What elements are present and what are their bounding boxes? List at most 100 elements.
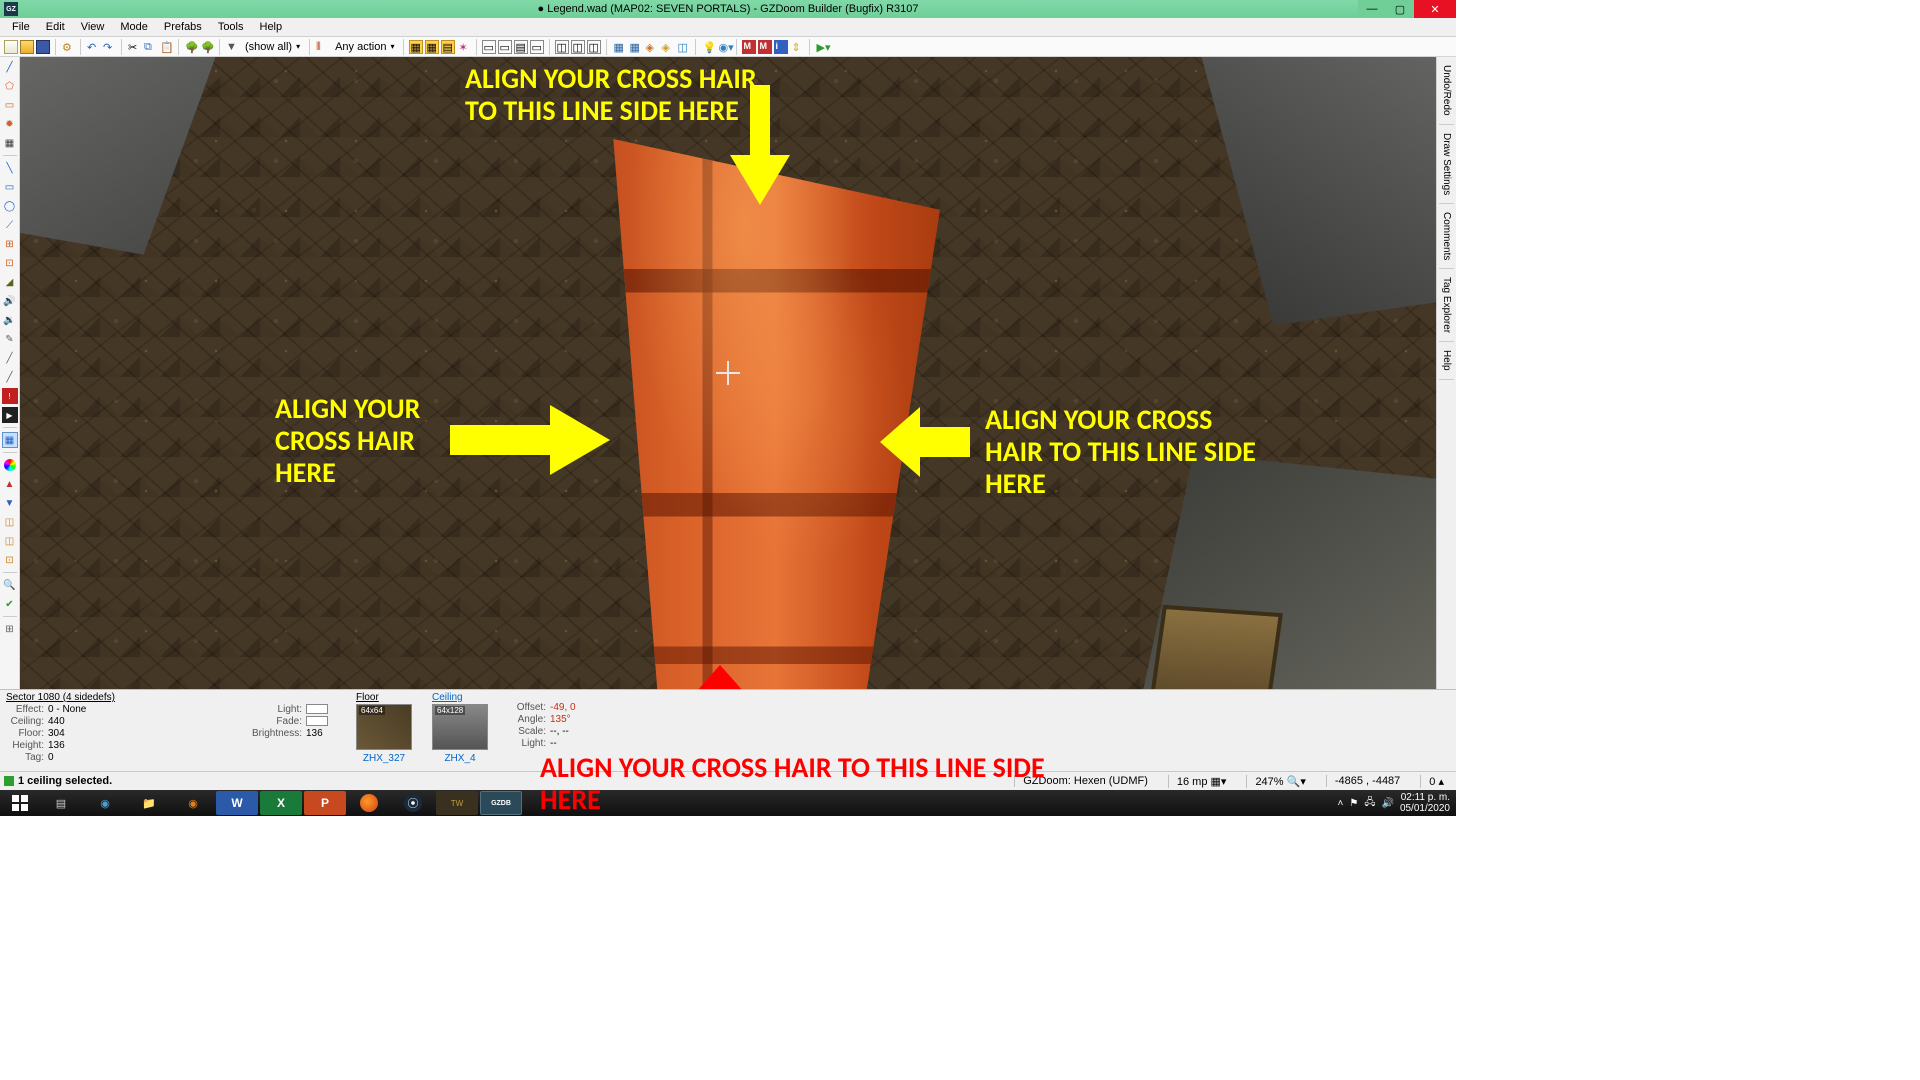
status-grid[interactable]: 16 mp ▦▾ [1168, 775, 1235, 788]
snap3-icon[interactable]: ◫ [587, 40, 601, 54]
app-wmp-icon[interactable]: ◉ [172, 791, 214, 815]
play-icon[interactable]: ▶▾ [815, 40, 829, 54]
mark2-icon[interactable]: ◫ [2, 533, 18, 549]
tab-draw-settings[interactable]: Draw Settings [1439, 125, 1454, 204]
tab-help[interactable]: Help [1439, 342, 1454, 380]
start-button[interactable] [2, 791, 38, 815]
misc-icon[interactable]: ⊞ [2, 621, 18, 637]
grid1-icon[interactable]: ▦ [612, 40, 626, 54]
tray-flag-icon[interactable]: ⚑ [1349, 798, 1358, 809]
save-icon[interactable] [36, 40, 50, 54]
linedefs-mode-icon[interactable]: ⬠ [2, 78, 18, 94]
panel1-icon[interactable]: ▭ [482, 40, 496, 54]
menu-view[interactable]: View [73, 19, 113, 35]
open-icon[interactable] [20, 40, 34, 54]
tree2-icon[interactable]: 🌳 [200, 40, 214, 54]
draw-slopes-icon[interactable]: ◢ [2, 274, 18, 290]
menu-help[interactable]: Help [252, 19, 291, 35]
info1-icon[interactable]: M [742, 40, 756, 54]
undo-icon[interactable]: ↶ [86, 40, 100, 54]
app-powerpoint-icon[interactable]: P [304, 791, 346, 815]
snap2-icon[interactable]: ◫ [571, 40, 585, 54]
script-icon[interactable]: ⚙ [61, 40, 75, 54]
maximize-button[interactable]: ▢ [1386, 0, 1414, 18]
app-gzdb-icon[interactable]: GZDB [480, 791, 522, 815]
draw-ellipse-icon[interactable]: ◯ [2, 198, 18, 214]
viewmode4-icon[interactable]: ✶ [457, 40, 471, 54]
tab-tag-explorer[interactable]: Tag Explorer [1439, 269, 1454, 342]
task-view-icon[interactable]: ▤ [40, 791, 82, 815]
tray-volume-icon[interactable]: 🔊 [1381, 798, 1393, 809]
info4-icon[interactable]: ⇕ [790, 40, 804, 54]
menu-edit[interactable]: Edit [38, 19, 73, 35]
app-firefox-icon[interactable] [348, 791, 390, 815]
app-explorer-icon[interactable]: 📁 [128, 791, 170, 815]
visual-mode-icon[interactable]: ▦ [2, 135, 18, 151]
app-excel-icon[interactable]: X [260, 791, 302, 815]
visual-mode-viewport[interactable]: ALIGN YOUR CROSS HAIR TO THIS LINE SIDE … [20, 57, 1436, 689]
status-zoom[interactable]: 247% 🔍▾ [1246, 775, 1313, 788]
selected-mode-icon[interactable]: ▦ [2, 432, 18, 448]
action-dropdown[interactable]: Any action [331, 41, 398, 53]
floor-texture-preview[interactable]: 64x64 [356, 704, 412, 750]
ceil-texture-preview[interactable]: 64x128 [432, 704, 488, 750]
close-button[interactable]: ✕ [1414, 0, 1456, 18]
draw-grid-icon[interactable]: ⊞ [2, 236, 18, 252]
viewmode1-icon[interactable]: ▦ [409, 40, 423, 54]
panel2-icon[interactable]: ▭ [498, 40, 512, 54]
model-icon[interactable]: ◉▾ [717, 40, 731, 54]
app-deluge-icon[interactable]: ◉ [84, 791, 126, 815]
things-mode-icon[interactable]: ✹ [2, 116, 18, 132]
search-icon[interactable]: 🔍 [2, 577, 18, 593]
sound2-icon[interactable]: 🔉 [2, 312, 18, 328]
minimize-button[interactable]: — [1358, 0, 1386, 18]
draw-curve-icon[interactable]: ⟋ [2, 217, 18, 233]
color3-icon[interactable]: ▼ [2, 495, 18, 511]
tray-chevron-icon[interactable]: ˄ [1338, 798, 1344, 809]
grid4-icon[interactable]: ◈ [660, 40, 674, 54]
tray-clock[interactable]: 02:11 p. m. 05/01/2020 [1400, 792, 1450, 814]
color2-icon[interactable]: ▲ [2, 476, 18, 492]
error-icon[interactable]: ! [2, 388, 18, 404]
vertices-mode-icon[interactable]: ╱ [2, 59, 18, 75]
copy-icon[interactable]: ⧉ [143, 40, 157, 54]
app-steam-icon[interactable]: ⦿ [392, 791, 434, 815]
system-tray[interactable]: ˄ ⚑ 🖧 🔊 02:11 p. m. 05/01/2020 [1338, 792, 1454, 814]
tab-undo-redo[interactable]: Undo/Redo [1439, 57, 1454, 125]
redo-icon[interactable]: ↷ [102, 40, 116, 54]
filter-icon[interactable]: ▼ [225, 40, 239, 54]
menu-prefabs[interactable]: Prefabs [156, 19, 210, 35]
draw-line-icon[interactable]: ╲ [2, 160, 18, 176]
check-icon[interactable]: ✔ [2, 596, 18, 612]
grid3-icon[interactable]: ◈ [644, 40, 658, 54]
snap1-icon[interactable]: ◫ [555, 40, 569, 54]
menu-tools[interactable]: Tools [210, 19, 252, 35]
app-game-icon[interactable]: TW [436, 791, 478, 815]
info2-icon[interactable]: M [758, 40, 772, 54]
tray-network-icon[interactable]: 🖧 [1364, 795, 1375, 812]
grid5-icon[interactable]: ◫ [676, 40, 690, 54]
draw-rect-icon[interactable]: ▭ [2, 179, 18, 195]
mark1-icon[interactable]: ◫ [2, 514, 18, 530]
edit1-icon[interactable]: ✎ [2, 331, 18, 347]
app-word-icon[interactable]: W [216, 791, 258, 815]
filter-dropdown[interactable]: (show all) [241, 41, 304, 53]
action-icon[interactable]: ⫴ [315, 40, 329, 54]
sectors-mode-icon[interactable]: ▭ [2, 97, 18, 113]
mark3-icon[interactable]: ⊡ [2, 552, 18, 568]
cut-icon[interactable]: ✂ [127, 40, 141, 54]
viewmode3-icon[interactable]: ▤ [441, 40, 455, 54]
new-icon[interactable] [4, 40, 18, 54]
grid2-icon[interactable]: ▦ [628, 40, 642, 54]
tree-icon[interactable]: 🌳 [184, 40, 198, 54]
bulb-icon[interactable]: 💡▾ [701, 40, 715, 54]
edit3-icon[interactable]: ╱ [2, 369, 18, 385]
edit2-icon[interactable]: ╱ [2, 350, 18, 366]
insert-things-icon[interactable]: ⊡ [2, 255, 18, 271]
menu-file[interactable]: File [4, 19, 38, 35]
menu-mode[interactable]: Mode [112, 19, 156, 35]
test-icon[interactable]: ▶ [2, 407, 18, 423]
tab-comments[interactable]: Comments [1439, 204, 1454, 269]
viewmode2-icon[interactable]: ▦ [425, 40, 439, 54]
panel4-icon[interactable]: ▭ [530, 40, 544, 54]
